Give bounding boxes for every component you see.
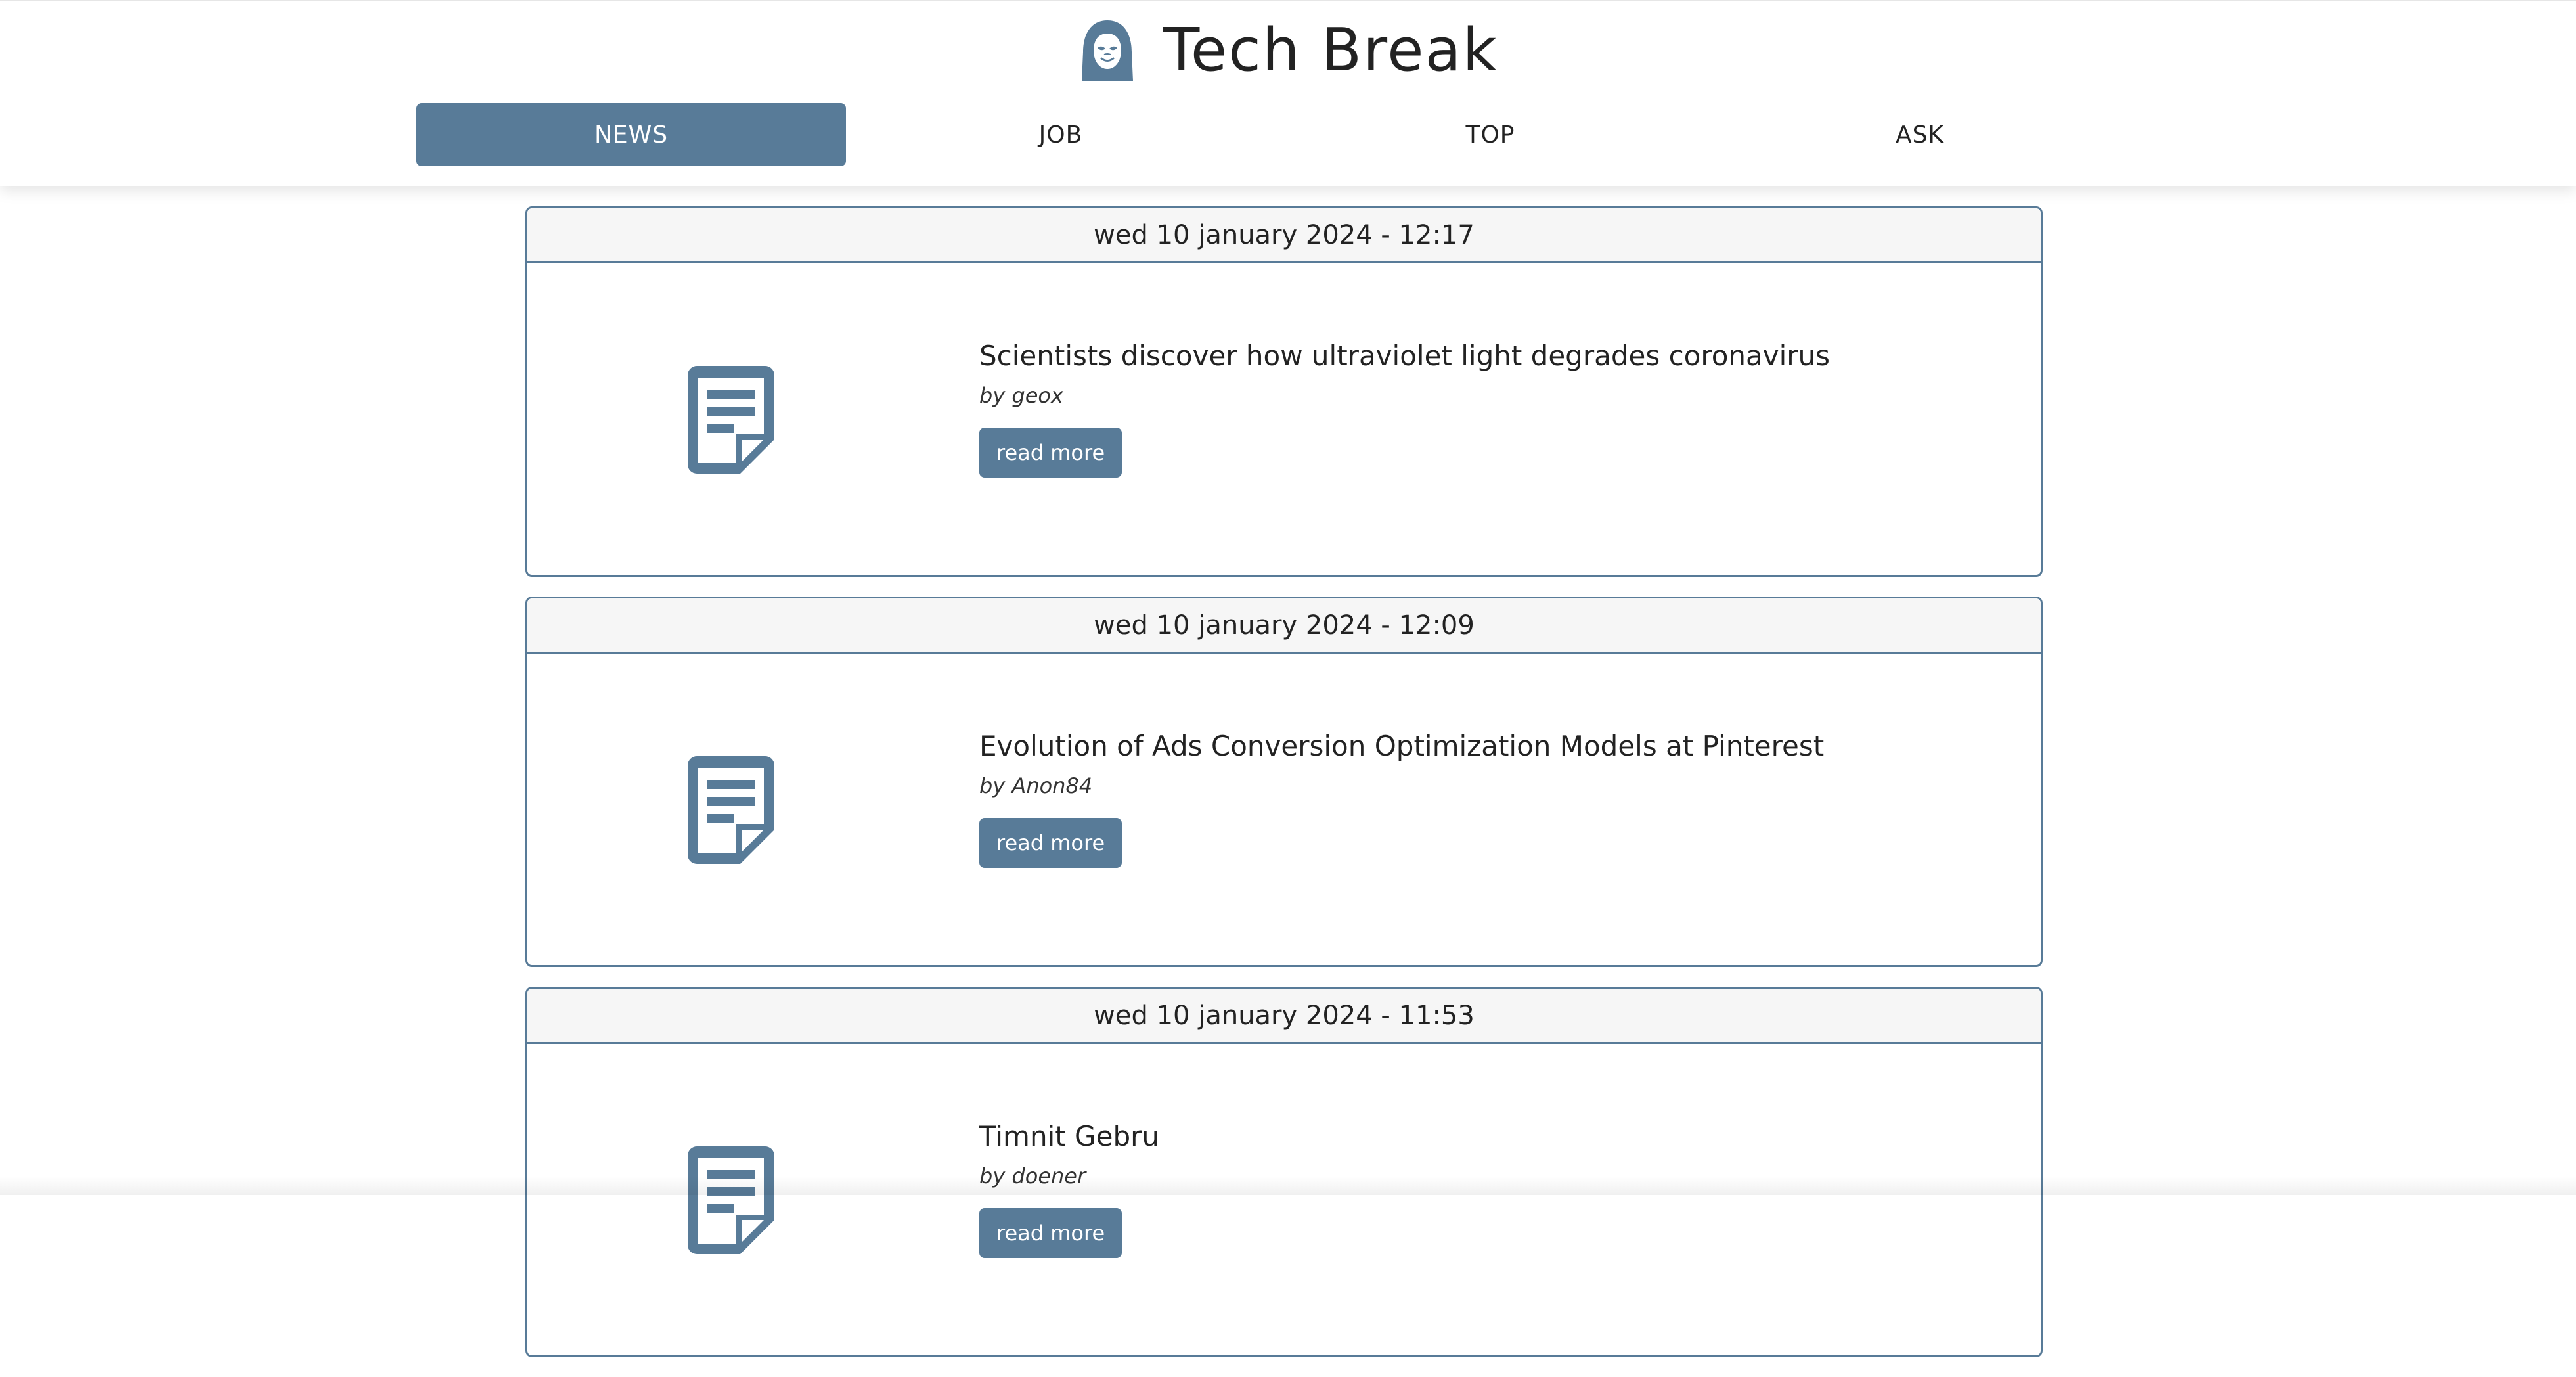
tab-top[interactable]: TOP xyxy=(1276,103,1705,166)
read-more-button[interactable]: read more xyxy=(979,1208,1122,1259)
main-nav: NEWS JOB TOP ASK xyxy=(416,103,2135,166)
document-icon xyxy=(688,756,774,864)
hooded-mask-logo-icon xyxy=(1082,20,1134,81)
tab-job[interactable]: JOB xyxy=(846,103,1276,166)
card-body: Evolution of Ads Conversion Optimization… xyxy=(527,654,2041,965)
brand: Tech Break xyxy=(0,1,2576,100)
read-more-button[interactable]: read more xyxy=(979,818,1122,869)
document-icon xyxy=(688,366,774,474)
card-author: by Anon84 xyxy=(979,773,1093,799)
card-title: Timnit Gebru xyxy=(979,1120,1159,1152)
site-header: Tech Break NEWS JOB TOP ASK xyxy=(0,0,2576,186)
card-title: Evolution of Ads Conversion Optimization… xyxy=(979,730,1825,762)
card-date: wed 10 january 2024 - 12:17 xyxy=(527,208,2041,263)
site-title: Tech Break xyxy=(1163,16,1498,85)
card-text: Evolution of Ads Conversion Optimization… xyxy=(979,730,2004,869)
card-body: Scientists discover how ultraviolet ligh… xyxy=(527,263,2041,575)
card-date: wed 10 january 2024 - 12:09 xyxy=(527,598,2041,654)
tab-news[interactable]: NEWS xyxy=(416,103,846,166)
news-card: wed 10 january 2024 - 11:53 Timnit Gebru… xyxy=(525,987,2043,1357)
card-body: Timnit Gebru by doener read more xyxy=(527,1044,2041,1355)
card-title: Scientists discover how ultraviolet ligh… xyxy=(979,340,1831,372)
card-date: wed 10 january 2024 - 11:53 xyxy=(527,989,2041,1044)
read-more-button[interactable]: read more xyxy=(979,428,1122,478)
card-text: Scientists discover how ultraviolet ligh… xyxy=(979,340,2004,478)
card-author: by geox xyxy=(979,383,1063,409)
tab-ask[interactable]: ASK xyxy=(1705,103,2135,166)
bottom-edge-shade xyxy=(0,1176,2576,1195)
document-icon xyxy=(688,1146,774,1254)
news-card: wed 10 january 2024 - 12:09 Evolution of… xyxy=(525,597,2043,967)
news-feed: wed 10 january 2024 - 12:17 Scientists d… xyxy=(525,206,2043,1377)
news-card: wed 10 january 2024 - 12:17 Scientists d… xyxy=(525,206,2043,577)
